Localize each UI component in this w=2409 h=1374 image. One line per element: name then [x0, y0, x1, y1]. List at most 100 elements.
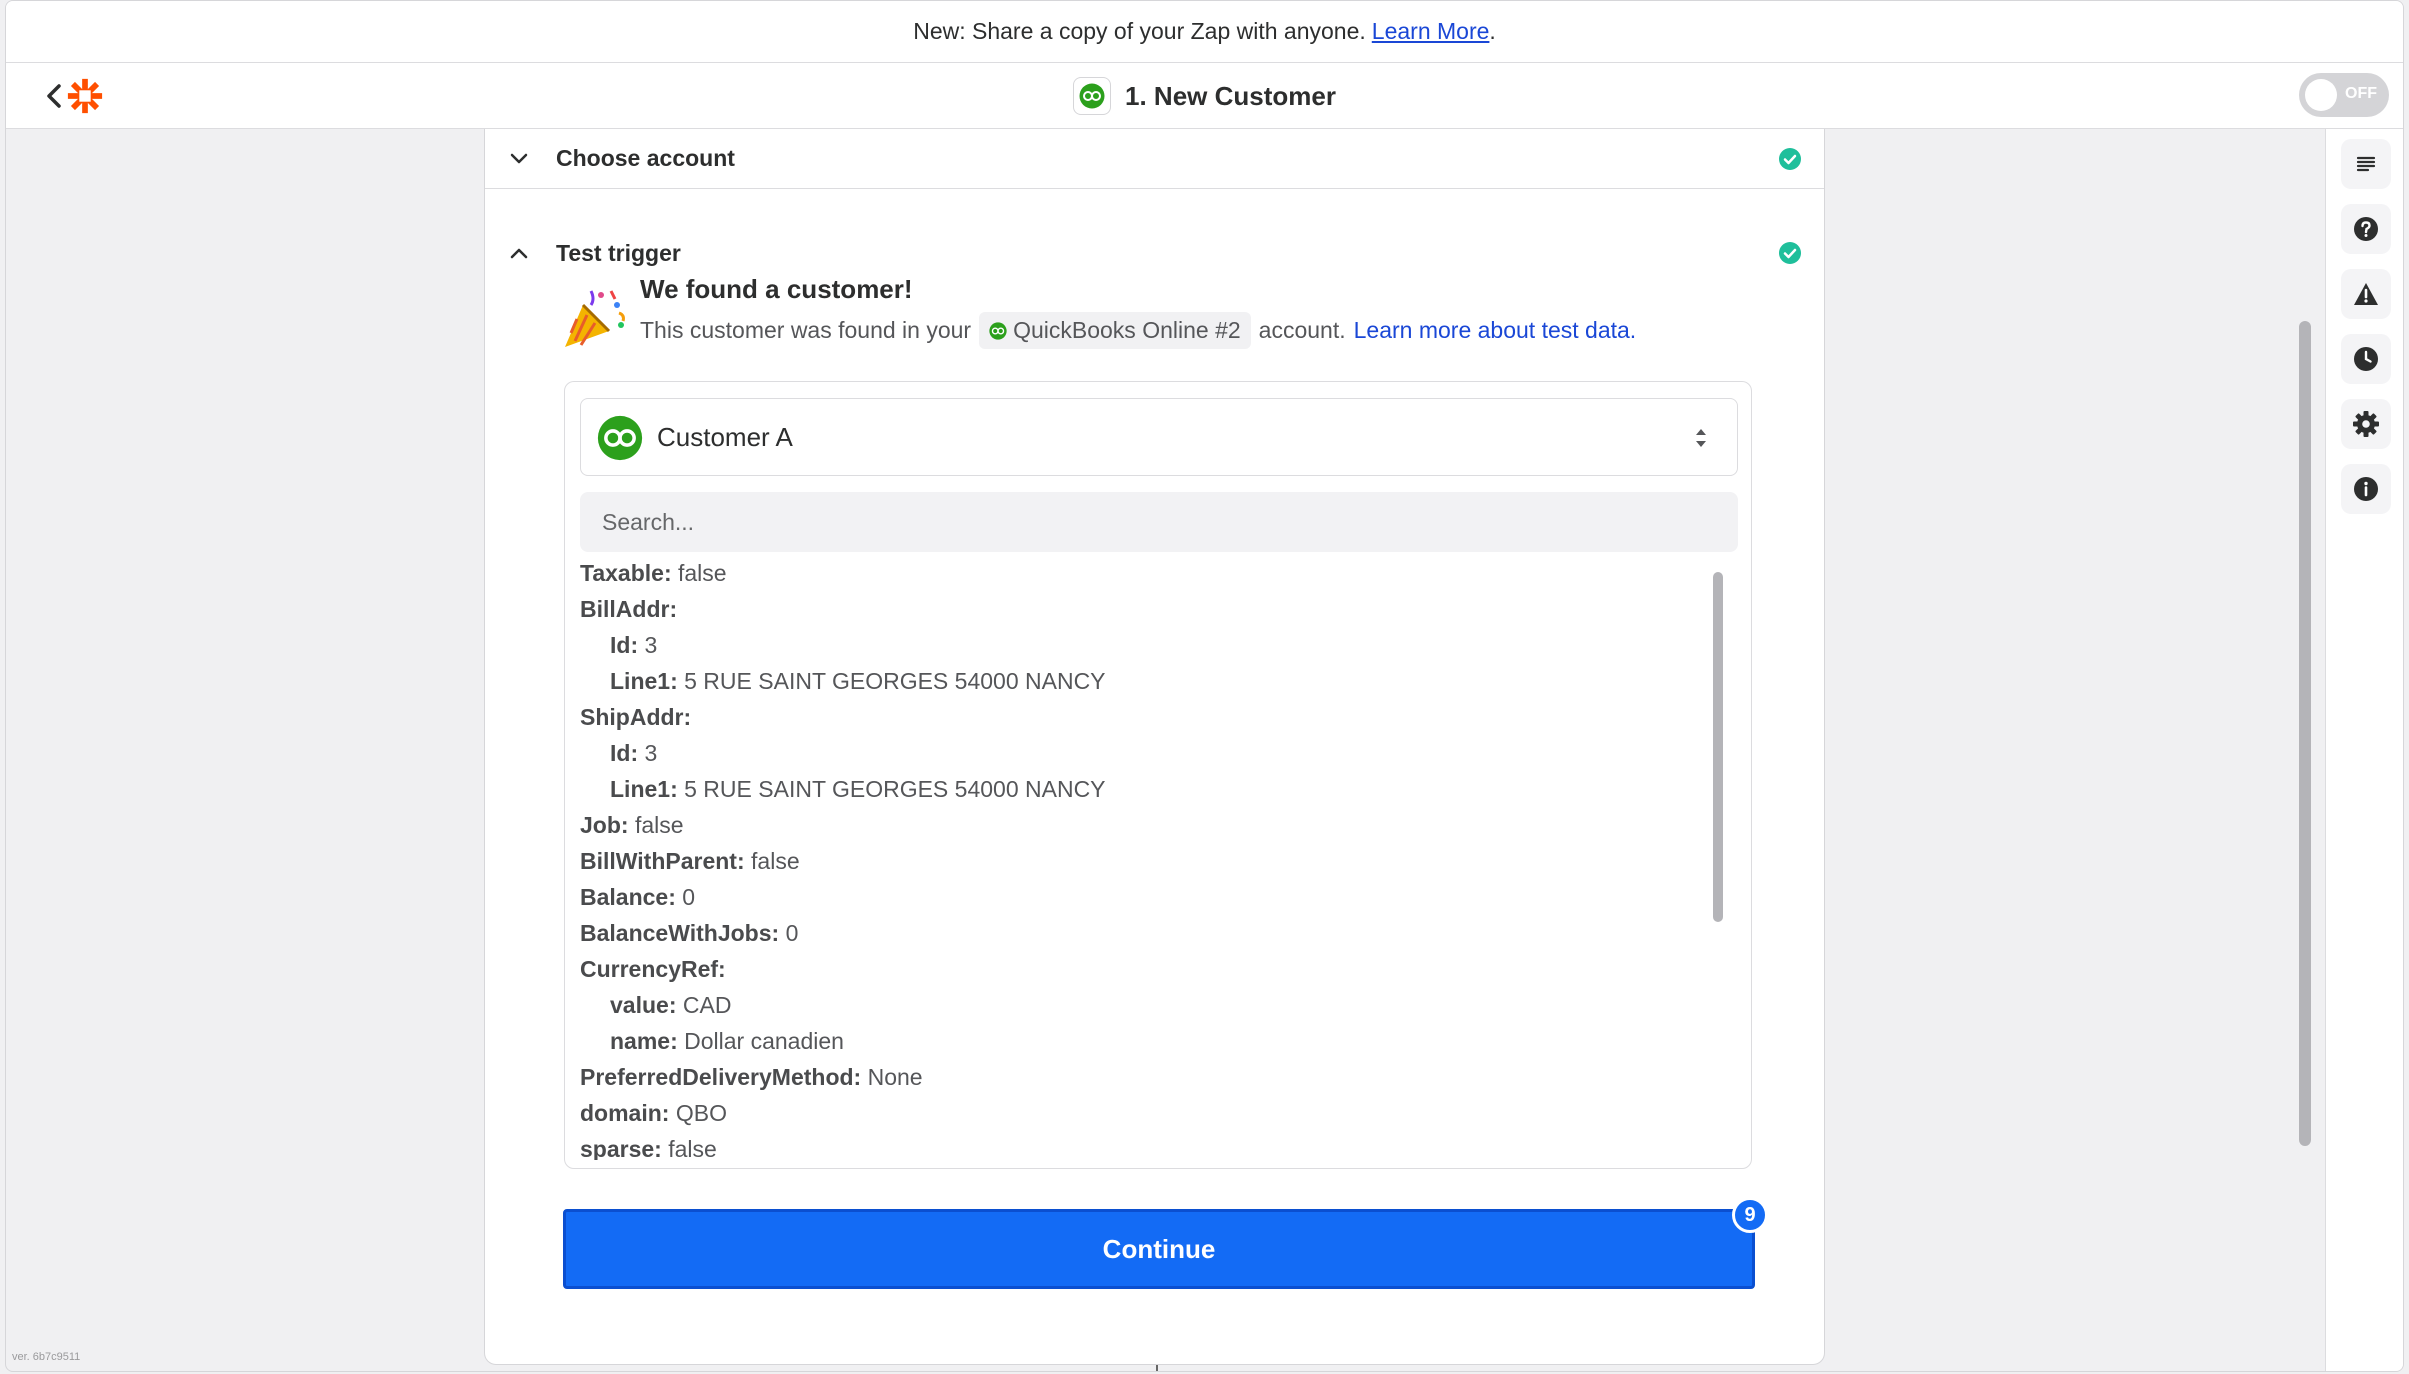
record-field: Id: 3: [610, 740, 657, 767]
section-choose-account[interactable]: Choose account: [485, 129, 1824, 189]
fields-scrollbar[interactable]: [1713, 572, 1723, 922]
record-field: Taxable: false: [580, 560, 727, 587]
field-key: BillAddr:: [580, 596, 678, 622]
field-value: 5 RUE SAINT GEORGES 54000 NANCY: [684, 776, 1106, 802]
select-arrows-icon: [1696, 429, 1706, 447]
record-field: Job: false: [580, 812, 684, 839]
field-key: value:: [610, 992, 677, 1018]
field-value: false: [678, 560, 727, 586]
record-field: Line1: 5 RUE SAINT GEORGES 54000 NANCY: [610, 776, 1106, 803]
gear-icon: [2353, 411, 2379, 437]
field-key: Id:: [610, 632, 639, 658]
clock-icon: [2354, 347, 2378, 371]
notification-badge: 9: [1732, 1197, 1768, 1233]
field-key: BalanceWithJobs:: [580, 920, 780, 946]
field-key: Line1:: [610, 668, 678, 694]
field-key: domain:: [580, 1100, 670, 1126]
quickbooks-icon: [1079, 83, 1105, 109]
history-button[interactable]: [2341, 334, 2391, 384]
record-field: PreferredDeliveryMethod: None: [580, 1064, 923, 1091]
version-label: ver. 6b7c9511: [12, 1351, 81, 1363]
account-chip: QuickBooks Online #2: [979, 312, 1251, 349]
record-field: ShipAddr:: [580, 704, 691, 731]
help-icon: [2354, 217, 2378, 241]
toggle-knob: [2305, 79, 2337, 111]
field-value: QBO: [675, 1100, 727, 1126]
record-field: BillWithParent: false: [580, 848, 800, 875]
step-panel: Choose account Test trigger We found a c…: [484, 129, 1825, 1365]
field-value: CAD: [682, 992, 732, 1018]
record-field: BillAddr:: [580, 596, 677, 623]
learn-more-test-data-link[interactable]: Learn more about test data.: [1354, 317, 1637, 344]
record-field: sparse: false: [580, 1136, 717, 1160]
field-value: 0: [785, 920, 799, 946]
field-value: Dollar canadien: [684, 1028, 844, 1054]
selected-record-name: Customer A: [657, 422, 793, 452]
record-fields: Taxable: false BillAddr: Id: 3 Line1: 5 RU…: [580, 560, 1710, 1160]
field-key: CurrencyRef:: [580, 956, 726, 982]
record-field: CurrencyRef:: [580, 956, 726, 983]
warning-icon: [2354, 283, 2378, 305]
quickbooks-icon: [989, 321, 1007, 340]
field-key: Line1:: [610, 776, 678, 802]
chevron-up-icon: [510, 248, 528, 259]
field-value: 0: [682, 884, 696, 910]
found-subtitle: This customer was found in your QuickBoo…: [640, 312, 1636, 349]
found-sub-after: account.: [1258, 317, 1346, 343]
settings-button[interactable]: [2341, 399, 2391, 449]
field-key: BillWithParent:: [580, 848, 745, 874]
section-title-choose-account: Choose account: [556, 145, 735, 171]
record-field: domain: QBO: [580, 1100, 727, 1127]
quickbooks-icon: [597, 415, 643, 461]
field-value: 3: [644, 740, 658, 766]
field-value: false: [751, 848, 800, 874]
found-title: We found a customer!: [640, 274, 913, 304]
toggle-label: OFF: [2345, 85, 2377, 102]
field-key: Id:: [610, 740, 639, 766]
field-key: ShipAddr:: [580, 704, 692, 730]
account-chip-label: QuickBooks Online #2: [1013, 317, 1241, 343]
record-field: BalanceWithJobs: 0: [580, 920, 798, 947]
zap-step-title: 1. New Customer: [6, 63, 2403, 129]
record-field: value: CAD: [610, 992, 731, 1019]
page-scrollbar[interactable]: [2299, 321, 2311, 1146]
announcement-banner: New: Share a copy of your Zap with anyon…: [6, 1, 2403, 63]
quickbooks-app-badge: [1073, 77, 1112, 115]
record-field: Line1: 5 RUE SAINT GEORGES 54000 NANCY: [610, 668, 1106, 695]
field-value: false: [668, 1136, 717, 1160]
details-list-button[interactable]: [2341, 139, 2391, 189]
banner-learn-more-link[interactable]: Learn More: [1372, 18, 1490, 45]
field-key: Job:: [580, 812, 629, 838]
field-value: 5 RUE SAINT GEORGES 54000 NANCY: [684, 668, 1106, 694]
alerts-button[interactable]: [2341, 269, 2391, 319]
continue-button[interactable]: Continue: [563, 1209, 1755, 1289]
zap-on-off-toggle[interactable]: OFF: [2299, 73, 2389, 117]
test-data-card: Customer A Taxable: falseBillAddr: Id: 3…: [564, 381, 1752, 1169]
field-key: name:: [610, 1028, 678, 1054]
section-title-test-trigger: Test trigger: [556, 239, 681, 266]
editor-header: 1. New Customer OFF: [6, 63, 2403, 129]
record-field: Id: 3: [610, 632, 657, 659]
info-icon: [2354, 477, 2378, 501]
field-key: Balance:: [580, 884, 676, 910]
help-button[interactable]: [2341, 204, 2391, 254]
app-window: New: Share a copy of your Zap with anyon…: [5, 0, 2404, 1372]
search-input[interactable]: [580, 492, 1738, 552]
field-value: 3: [644, 632, 658, 658]
field-key: Taxable:: [580, 560, 672, 586]
check-circle-icon: [1779, 242, 1801, 264]
record-picker[interactable]: Customer A: [580, 398, 1738, 476]
info-button[interactable]: [2341, 464, 2391, 514]
field-value: None: [867, 1064, 923, 1090]
banner-text: New: Share a copy of your Zap with anyon…: [913, 18, 1366, 44]
found-sub-before: This customer was found in your: [640, 317, 972, 343]
field-value: false: [634, 812, 684, 838]
party-popper-icon: [565, 290, 625, 347]
field-key: sparse:: [580, 1136, 662, 1160]
chevron-down-icon: [510, 153, 528, 163]
record-field: Balance: 0: [580, 884, 695, 911]
record-field: name: Dollar canadien: [610, 1028, 844, 1055]
banner-period: .: [1489, 18, 1496, 44]
step-connector: [1156, 1365, 1158, 1371]
step-title: 1. New Customer: [1125, 80, 1336, 111]
